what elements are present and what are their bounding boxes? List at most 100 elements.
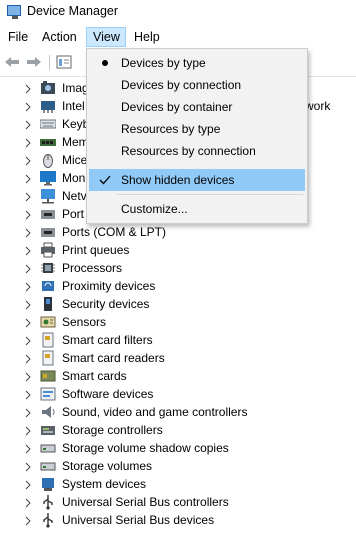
tree-item-label: Intel <box>62 99 85 113</box>
chevron-right-icon[interactable] <box>23 261 33 275</box>
menu-item-customize[interactable]: Customize... <box>89 198 305 220</box>
menu-item-show-hidden-devices[interactable]: Show hidden devices <box>89 169 305 191</box>
chevron-right-icon[interactable] <box>23 333 33 347</box>
tree-item[interactable]: Smart card readers <box>0 349 356 367</box>
sensor-icon <box>40 316 56 328</box>
menu-view[interactable]: View <box>86 27 126 47</box>
chevron-right-icon[interactable] <box>23 369 33 383</box>
chevron-right-icon[interactable] <box>23 117 33 131</box>
menu-help[interactable]: Help <box>128 27 166 47</box>
tree-item[interactable]: Storage controllers <box>0 421 356 439</box>
chevron-right-icon[interactable] <box>23 243 33 257</box>
title-bar: Device Manager <box>0 0 356 26</box>
chevron-right-icon[interactable] <box>23 459 33 473</box>
tree-item-label: Mem <box>62 135 89 149</box>
menu-item-resources-by-connection[interactable]: Resources by connection <box>89 140 305 162</box>
smart-card-icon <box>40 370 56 382</box>
chevron-right-icon[interactable] <box>23 207 33 221</box>
menu-item-devices-by-container[interactable]: Devices by container <box>89 96 305 118</box>
menu-item-resources-by-type[interactable]: Resources by type <box>89 118 305 140</box>
properties-button[interactable] <box>54 53 74 71</box>
tree-item-label: Mice <box>62 153 88 167</box>
chevron-right-icon[interactable] <box>23 405 33 419</box>
keyboard-icon <box>40 119 56 129</box>
tree-item[interactable]: Security devices <box>0 295 356 313</box>
chevron-right-icon[interactable] <box>23 189 33 203</box>
network-icon <box>41 189 55 204</box>
chevron-right-icon[interactable] <box>23 387 33 401</box>
menu-item-devices-by-type[interactable]: Devices by type <box>89 52 305 74</box>
tree-item[interactable]: Storage volume shadow copies <box>0 439 356 457</box>
menu-separator <box>117 194 303 195</box>
tree-item-label-tail: work <box>305 99 331 113</box>
storage-controller-icon <box>41 426 55 435</box>
tree-item-label: Software devices <box>62 387 154 401</box>
network-adapter-icon <box>41 101 55 113</box>
tree-item-label: System devices <box>62 477 147 491</box>
chevron-right-icon[interactable] <box>23 81 33 95</box>
tree-item[interactable]: Universal Serial Bus controllers <box>0 493 356 511</box>
chevron-right-icon[interactable] <box>23 99 33 113</box>
monitor-icon <box>40 171 56 186</box>
chevron-right-icon[interactable] <box>23 441 33 455</box>
menu-action[interactable]: Action <box>36 27 83 47</box>
tree-item-label: Mon <box>62 171 86 185</box>
chevron-right-icon[interactable] <box>23 315 33 329</box>
proximity-icon <box>42 281 54 291</box>
forward-button[interactable] <box>24 53 44 71</box>
tree-item[interactable]: System devices <box>0 475 356 493</box>
menu-item-label: Resources by type <box>121 122 221 136</box>
toolbar-separator <box>49 55 50 70</box>
mouse-icon <box>43 154 53 168</box>
tree-item-label: Sensors <box>62 315 107 329</box>
menu-item-label: Resources by connection <box>121 144 256 158</box>
chevron-right-icon[interactable] <box>23 513 33 527</box>
menu-item-devices-by-connection[interactable]: Devices by connection <box>89 74 305 96</box>
security-icon <box>44 297 52 311</box>
port-icon <box>41 210 55 219</box>
menu-bar: File Action View Help <box>0 26 356 48</box>
tree-item[interactable]: Sound, video and game controllers <box>0 403 356 421</box>
tree-item-label: Ports (COM & LPT) <box>62 225 167 239</box>
forward-arrow-icon <box>27 57 41 67</box>
smart-card-reader-icon <box>42 350 54 366</box>
tree-item[interactable]: Software devices <box>0 385 356 403</box>
chevron-right-icon[interactable] <box>23 153 33 167</box>
chevron-right-icon[interactable] <box>23 423 33 437</box>
tree-item[interactable]: Storage volumes <box>0 457 356 475</box>
drive-icon <box>40 444 56 453</box>
tree-item-label: Universal Serial Bus controllers <box>62 495 229 509</box>
tree-item[interactable]: Processors <box>0 259 356 277</box>
smart-card-filter-icon <box>42 332 54 348</box>
back-button[interactable] <box>2 53 22 71</box>
tree-item[interactable]: Sensors <box>0 313 356 331</box>
chevron-right-icon[interactable] <box>23 351 33 365</box>
usb-icon <box>43 495 53 510</box>
device-manager-icon <box>7 5 21 19</box>
properties-icon <box>56 55 72 69</box>
tree-item-label: Port <box>62 207 85 221</box>
menu-file[interactable]: File <box>2 27 34 47</box>
tree-item[interactable]: Proximity devices <box>0 277 356 295</box>
imaging-icon <box>41 81 55 94</box>
system-device-icon <box>42 478 54 491</box>
tree-item[interactable]: Smart cards <box>0 367 356 385</box>
tree-item[interactable]: Ports (COM & LPT) <box>0 223 356 241</box>
chevron-right-icon[interactable] <box>23 279 33 293</box>
tree-item[interactable]: Print queues <box>0 241 356 259</box>
chevron-right-icon[interactable] <box>23 135 33 149</box>
tree-item-label: Print queues <box>62 243 130 257</box>
tree-item[interactable]: Universal Serial Bus devices <box>0 511 356 529</box>
chevron-right-icon[interactable] <box>23 495 33 509</box>
chevron-right-icon[interactable] <box>23 477 33 491</box>
tree-item[interactable]: Smart card filters <box>0 331 356 349</box>
chevron-right-icon[interactable] <box>23 171 33 185</box>
menu-item-label: Show hidden devices <box>121 173 235 187</box>
chevron-right-icon[interactable] <box>23 297 33 311</box>
tree-item-label: Smart card readers <box>62 351 165 365</box>
drive-icon <box>40 462 56 471</box>
menu-item-label: Customize... <box>121 202 188 216</box>
chevron-right-icon[interactable] <box>23 225 33 239</box>
back-arrow-icon <box>5 57 19 67</box>
port-icon <box>41 228 55 237</box>
